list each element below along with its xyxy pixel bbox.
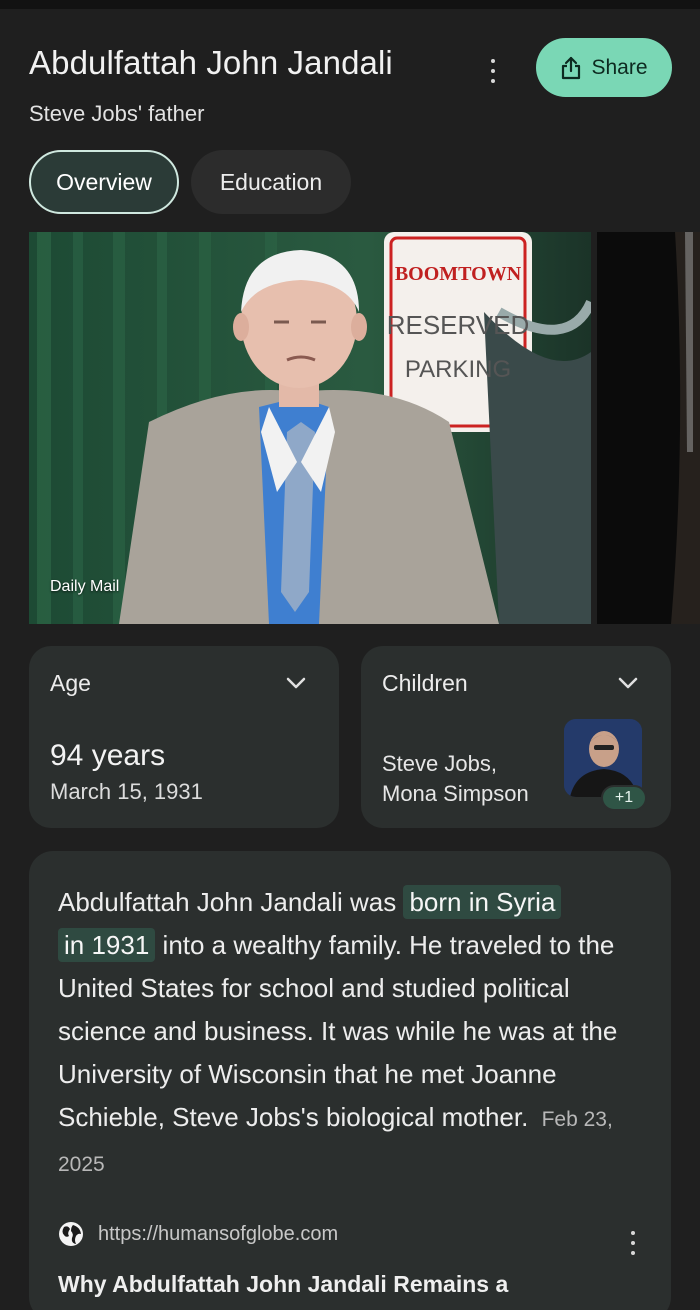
summary-pre: Abdulfattah John Jandali was (58, 887, 404, 917)
child-name-1: Steve Jobs, (382, 751, 497, 776)
birth-date: March 15, 1931 (50, 779, 203, 804)
more-vert-icon[interactable] (480, 56, 506, 86)
summary-text: Abdulfattah John Jandali was born in Syr… (58, 881, 658, 1186)
share-icon (562, 56, 581, 79)
parking-sign: BOOMTOWN RESERVED PARKING (387, 263, 530, 383)
children-card[interactable]: Children Steve Jobs, Mona Simpson +1 (361, 646, 671, 828)
sign-line-1: BOOMTOWN (395, 263, 522, 285)
page-subtitle: Steve Jobs' father (29, 101, 205, 126)
age-label: Age (50, 670, 91, 696)
children-names: Steve Jobs, Mona Simpson (382, 749, 529, 809)
tab-overview[interactable]: Overview (29, 150, 179, 214)
summary-highlight-2: in 1931 (58, 928, 156, 962)
sign-line-2: RESERVED (387, 310, 530, 340)
source-row[interactable]: https://humansofglobe.com (58, 1221, 338, 1247)
article-title[interactable]: Why Abdulfattah John Jandali Remains a (58, 1271, 508, 1298)
tab-overview-label: Overview (56, 168, 152, 195)
tab-education[interactable]: Education (191, 150, 351, 214)
share-label: Share (591, 55, 648, 79)
tab-education-label: Education (219, 168, 323, 195)
chevron-down-icon (286, 677, 306, 689)
image-credit: Daily Mail (50, 578, 120, 595)
share-button[interactable]: Share (536, 38, 672, 97)
age-card[interactable]: Age 94 years March 15, 1931 (29, 646, 339, 828)
age-value: 94 years (50, 739, 166, 772)
children-label: Children (382, 670, 468, 696)
globe-icon (59, 1222, 83, 1246)
source-url[interactable]: https://humansofglobe.com (98, 1223, 338, 1246)
main-photo[interactable]: BOOMTOWN RESERVED PARKING Daily Mail (29, 232, 591, 624)
more-children-badge[interactable]: +1 (601, 785, 647, 811)
child-name-2: Mona Simpson (382, 781, 529, 806)
next-photo-illustration (597, 232, 700, 624)
sign-line-3: PARKING (405, 356, 511, 383)
next-photo-peek[interactable] (597, 232, 700, 624)
status-bar-strip (0, 0, 700, 9)
summary-highlight-1: born in Syria (403, 885, 562, 919)
more-vert-icon[interactable] (627, 1231, 639, 1255)
summary-card: Abdulfattah John Jandali was born in Syr… (29, 851, 671, 1310)
chevron-down-icon (618, 677, 638, 689)
page-title: Abdulfattah John Jandali (29, 44, 393, 81)
